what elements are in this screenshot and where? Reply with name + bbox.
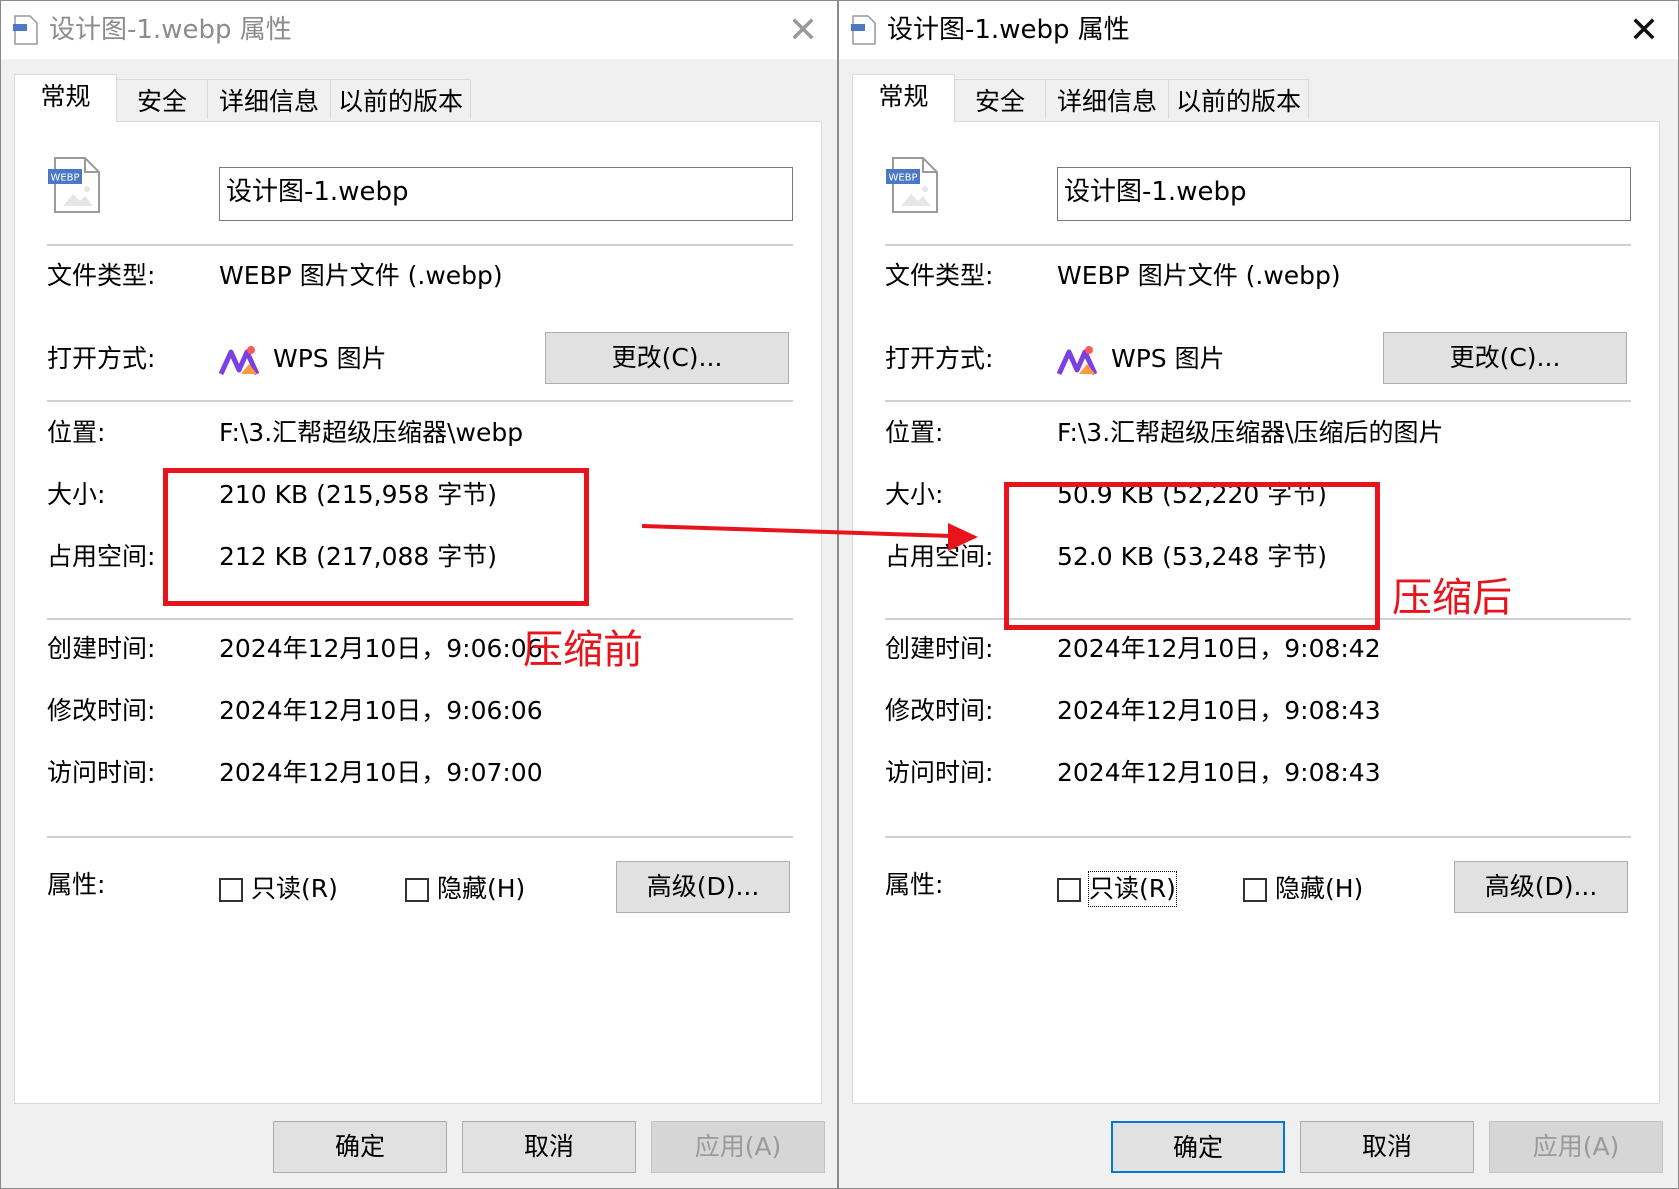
cancel-button[interactable]: 取消	[1300, 1121, 1474, 1173]
hidden-checkbox[interactable]	[405, 878, 429, 902]
advanced-button[interactable]: 高级(D)...	[1454, 861, 1628, 913]
annotation-after: 压缩后	[1392, 575, 1512, 621]
location-value: F:\3.汇帮超级压缩器\压缩后的图片	[1057, 418, 1444, 447]
tab-previous-versions[interactable]: 以前的版本	[1168, 79, 1309, 119]
file-icon-label: WEBP	[50, 173, 79, 184]
change-button[interactable]: 更改(C)...	[1383, 332, 1627, 384]
size-on-disk-label: 占用空间:	[885, 542, 994, 571]
separator	[47, 400, 793, 402]
size-on-disk-label: 占用空间:	[47, 542, 156, 571]
apply-button[interactable]: 应用(A)	[1489, 1121, 1663, 1173]
close-button[interactable]: ✕	[781, 9, 825, 53]
webp-file-icon	[851, 15, 876, 45]
readonly-label[interactable]: 只读(R)	[251, 872, 338, 906]
wps-picture-app-icon	[219, 346, 259, 376]
hidden-label[interactable]: 隐藏(H)	[437, 872, 525, 906]
file-type-value: WEBP 图片文件 (.webp)	[219, 261, 503, 290]
separator	[47, 836, 793, 838]
tab-general[interactable]: 常规	[14, 74, 117, 122]
file-type-label: 文件类型:	[885, 261, 994, 290]
readonly-checkbox[interactable]	[1057, 878, 1081, 902]
modified-value: 2024年12月10日，9:08:43	[1057, 696, 1381, 725]
tab-previous-versions[interactable]: 以前的版本	[330, 79, 471, 119]
separator	[885, 244, 1631, 246]
file-type-value: WEBP 图片文件 (.webp)	[1057, 261, 1341, 290]
separator	[47, 618, 793, 620]
accessed-label: 访问时间:	[47, 758, 156, 787]
location-value: F:\3.汇帮超级压缩器\webp	[219, 418, 524, 447]
title-bar: 设计图-1.webp 属性 ✕	[839, 1, 1678, 59]
webp-file-icon: WEBP	[886, 157, 938, 213]
open-with-label: 打开方式:	[47, 344, 156, 373]
separator	[885, 836, 1631, 838]
tab-general[interactable]: 常规	[852, 74, 955, 122]
open-with-label: 打开方式:	[885, 344, 994, 373]
cancel-button[interactable]: 取消	[462, 1121, 636, 1173]
webp-file-icon	[13, 15, 38, 45]
change-button[interactable]: 更改(C)...	[545, 332, 789, 384]
hidden-label[interactable]: 隐藏(H)	[1275, 872, 1363, 906]
location-label: 位置:	[885, 418, 944, 447]
ok-button[interactable]: 确定	[273, 1121, 447, 1173]
window-title: 设计图-1.webp 属性	[887, 15, 1130, 45]
file-type-label: 文件类型:	[47, 261, 156, 290]
readonly-checkbox[interactable]	[219, 878, 243, 902]
filename-input[interactable]: 设计图-1.webp	[219, 167, 793, 221]
advanced-button[interactable]: 高级(D)...	[616, 861, 790, 913]
close-button[interactable]: ✕	[1622, 9, 1666, 53]
created-label: 创建时间:	[885, 634, 994, 663]
wps-picture-app-icon	[1057, 346, 1097, 376]
file-icon-label: WEBP	[888, 173, 917, 184]
size-label: 大小:	[885, 480, 944, 509]
created-label: 创建时间:	[47, 634, 156, 663]
modified-value: 2024年12月10日，9:06:06	[219, 696, 543, 725]
tab-details[interactable]: 详细信息	[1045, 79, 1169, 119]
attributes-label: 属性:	[885, 870, 944, 899]
open-with-app-name: WPS 图片	[273, 344, 387, 373]
accessed-value: 2024年12月10日，9:07:00	[219, 758, 543, 787]
created-value: 2024年12月10日，9:08:42	[1057, 634, 1381, 663]
webp-file-icon: WEBP	[48, 157, 100, 213]
tab-security[interactable]: 安全	[954, 79, 1046, 119]
separator	[885, 400, 1631, 402]
apply-button[interactable]: 应用(A)	[651, 1121, 825, 1173]
open-with-app-name: WPS 图片	[1111, 344, 1225, 373]
attributes-label: 属性:	[47, 870, 106, 899]
tab-details[interactable]: 详细信息	[207, 79, 331, 119]
highlight-box-before	[163, 468, 589, 606]
filename-input[interactable]: 设计图-1.webp	[1057, 167, 1631, 221]
general-tab-panel: WEBP 设计图-1.webp 文件类型: WEBP 图片文件 (.webp) …	[14, 121, 822, 1104]
title-bar: 设计图-1.webp 属性 ✕	[1, 1, 837, 59]
accessed-label: 访问时间:	[885, 758, 994, 787]
tab-security[interactable]: 安全	[116, 79, 208, 119]
modified-label: 修改时间:	[47, 696, 156, 725]
ok-button[interactable]: 确定	[1111, 1121, 1285, 1173]
annotation-before: 压缩前	[523, 627, 643, 673]
highlight-box-after	[1004, 482, 1380, 630]
separator	[47, 244, 793, 246]
modified-label: 修改时间:	[885, 696, 994, 725]
window-title: 设计图-1.webp 属性	[49, 15, 292, 45]
location-label: 位置:	[47, 418, 106, 447]
readonly-label[interactable]: 只读(R)	[1088, 871, 1177, 907]
created-value: 2024年12月10日，9:06:06	[219, 634, 543, 663]
size-label: 大小:	[47, 480, 106, 509]
hidden-checkbox[interactable]	[1243, 878, 1267, 902]
accessed-value: 2024年12月10日，9:08:43	[1057, 758, 1381, 787]
